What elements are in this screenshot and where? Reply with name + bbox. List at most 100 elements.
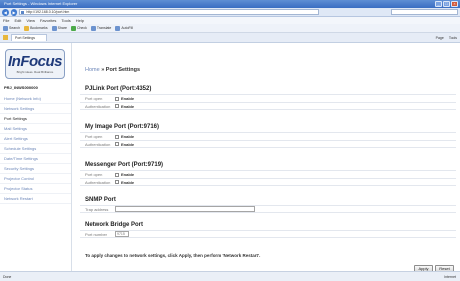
messenger-port-open-row: Port open Enable <box>80 170 456 178</box>
bridge-section: Network Bridge Port Port number 9715 <box>80 221 456 238</box>
toolbar-share-label: Share <box>57 26 67 30</box>
myimage-auth-label: Authentication <box>85 141 111 147</box>
infocus-logo: InFocus Bright ideas. Real Brilliance <box>5 49 65 79</box>
menu-favorites[interactable]: Favorites <box>40 17 56 24</box>
menu-file[interactable]: File <box>3 17 9 24</box>
myimage-section: My Image Port (Port:9716) Port open Enab… <box>80 123 456 148</box>
snmp-trap-label: Trap address <box>85 206 109 212</box>
window-controls: _ □ × <box>435 1 458 7</box>
apply-notice: To apply changes to network settings, cl… <box>85 253 261 258</box>
star-icon <box>24 25 30 31</box>
menu-tools[interactable]: Tools <box>61 17 70 24</box>
myimage-auth-value: Enable <box>121 141 135 147</box>
toolbar-bookmarks[interactable]: Bookmarks <box>24 25 48 31</box>
messenger-port-open-checkbox[interactable] <box>115 172 119 177</box>
pjlink-port-open-value: Enable <box>121 96 135 101</box>
messenger-auth-checkbox[interactable] <box>115 180 119 184</box>
forward-icon[interactable]: ▶ <box>10 8 18 16</box>
myimage-port-open-checkbox[interactable] <box>115 134 119 139</box>
toolbar-bookmarks-label: Bookmarks <box>30 26 48 30</box>
toolbar-translate-label: Translate <box>96 26 112 30</box>
snmp-title: SNMP Port <box>85 197 116 203</box>
toolbar-autofill[interactable]: AutoFill <box>115 25 134 31</box>
minimize-icon[interactable]: _ <box>435 1 442 7</box>
messenger-auth-value: Enable <box>121 179 135 185</box>
breadcrumb-home[interactable]: Home <box>85 67 100 73</box>
toolbar-search-label: Search <box>9 26 21 30</box>
sidebar-item-mail-settings[interactable]: Mail Settings <box>0 124 71 134</box>
myimage-auth-row: Authentication Enable <box>80 140 456 148</box>
pjlink-port-open-row: Port open Enable <box>80 94 456 102</box>
pjlink-port-open-label: Port open <box>85 96 103 101</box>
menu-view[interactable]: View <box>26 17 35 24</box>
search-input[interactable] <box>391 9 459 15</box>
status-zone: Internet <box>444 275 456 279</box>
status-text: Done <box>3 275 12 279</box>
pjlink-section: PJLink Port (Port:4352) Port open Enable… <box>80 85 456 110</box>
back-icon[interactable]: ◀ <box>2 8 9 16</box>
device-name: PRJ_INWS000000 <box>4 85 38 90</box>
sidebar-item-port-settings[interactable]: Port Settings <box>0 114 71 124</box>
page-title: Port Settings <box>105 67 141 73</box>
bridge-port-label: Port number <box>85 231 108 237</box>
main-panel: Home » Port Settings PJLink Port (Port:4… <box>80 43 456 272</box>
toolbar-check-label: Check <box>76 26 87 30</box>
tab-port-settings[interactable]: Port Settings <box>11 34 47 41</box>
toolbar-translate[interactable]: Translate <box>90 25 112 31</box>
sidebar-item-schedule-settings[interactable]: Schedule Settings <box>0 144 71 154</box>
sidebar-item-datetime-settings[interactable]: Date/Time Settings <box>0 154 71 164</box>
close-icon[interactable]: × <box>451 1 458 7</box>
check-icon <box>70 25 76 31</box>
translate-icon <box>90 25 96 31</box>
pjlink-auth-row: Authentication Enable <box>80 102 456 110</box>
messenger-title: Messenger Port (Port:9719) <box>85 162 164 168</box>
favorites-star-icon[interactable] <box>3 35 8 40</box>
menu-bar: File Edit View Favorites Tools Help <box>0 17 460 24</box>
pjlink-auth-label: Authentication <box>85 103 111 109</box>
snmp-trap-row: Trap address <box>80 205 456 213</box>
messenger-auth-label: Authentication <box>85 179 111 185</box>
share-icon <box>51 25 57 31</box>
toolbar-search[interactable]: Search <box>3 25 21 31</box>
search-icon <box>3 25 8 31</box>
pjlink-title: PJLink Port (Port:4352) <box>85 86 152 92</box>
maximize-icon[interactable]: □ <box>443 1 450 7</box>
menu-edit[interactable]: Edit <box>14 17 21 24</box>
page-menu[interactable]: Page <box>436 36 444 40</box>
url-field[interactable]: http://192.168.0.10/port.htm <box>19 9 320 15</box>
menu-help[interactable]: Help <box>76 17 84 24</box>
messenger-auth-row: Authentication Enable <box>80 178 456 186</box>
logo-text: InFocus <box>7 53 63 70</box>
browser-toolbar: Search Bookmarks Share Check Translate A… <box>0 24 460 33</box>
sidebar-item-network-settings[interactable]: Network Settings <box>0 104 71 114</box>
toolbar-autofill-label: AutoFill <box>121 26 134 30</box>
myimage-auth-checkbox[interactable] <box>115 142 119 146</box>
myimage-title: My Image Port (Port:9716) <box>85 124 160 130</box>
snmp-section: SNMP Port Trap address <box>80 196 456 213</box>
status-bar: Done Internet <box>0 271 460 281</box>
sidebar: InFocus Bright ideas. Real Brilliance PR… <box>0 43 72 271</box>
sidebar-item-network-restart[interactable]: Network Restart <box>0 194 71 204</box>
bridge-port-row: Port number 9715 <box>80 230 456 238</box>
address-bar: ◀ ▶ http://192.168.0.10/port.htm <box>0 8 460 17</box>
snmp-trap-address-input[interactable] <box>115 206 255 212</box>
bridge-title: Network Bridge Port <box>85 222 144 228</box>
toolbar-share[interactable]: Share <box>51 25 67 31</box>
tools-menu[interactable]: Tools <box>449 36 457 40</box>
toolbar-check[interactable]: Check <box>70 25 87 31</box>
myimage-port-open-value: Enable <box>121 134 135 139</box>
window-title: Port Settings - Windows Internet Explore… <box>4 1 78 6</box>
myimage-port-open-row: Port open Enable <box>80 132 456 140</box>
messenger-port-open-label: Port open <box>85 172 103 177</box>
pjlink-port-open-checkbox[interactable] <box>115 96 119 101</box>
sidebar-item-projector-control[interactable]: Projector Control <box>0 174 71 184</box>
sidebar-item-alert-settings[interactable]: Alert Settings <box>0 134 71 144</box>
breadcrumb: Home » Port Settings <box>85 67 140 73</box>
bridge-port-number-input[interactable]: 9715 <box>115 231 129 237</box>
sidebar-item-projector-status[interactable]: Projector Status <box>0 184 71 194</box>
sidebar-item-home[interactable]: Home (Network Info) <box>0 94 71 104</box>
logo-tagline: Bright ideas. Real Brilliance <box>16 70 54 74</box>
sidebar-item-security-settings[interactable]: Security Settings <box>0 164 71 174</box>
pjlink-auth-checkbox[interactable] <box>115 104 119 108</box>
window-titlebar: Port Settings - Windows Internet Explore… <box>0 0 460 8</box>
